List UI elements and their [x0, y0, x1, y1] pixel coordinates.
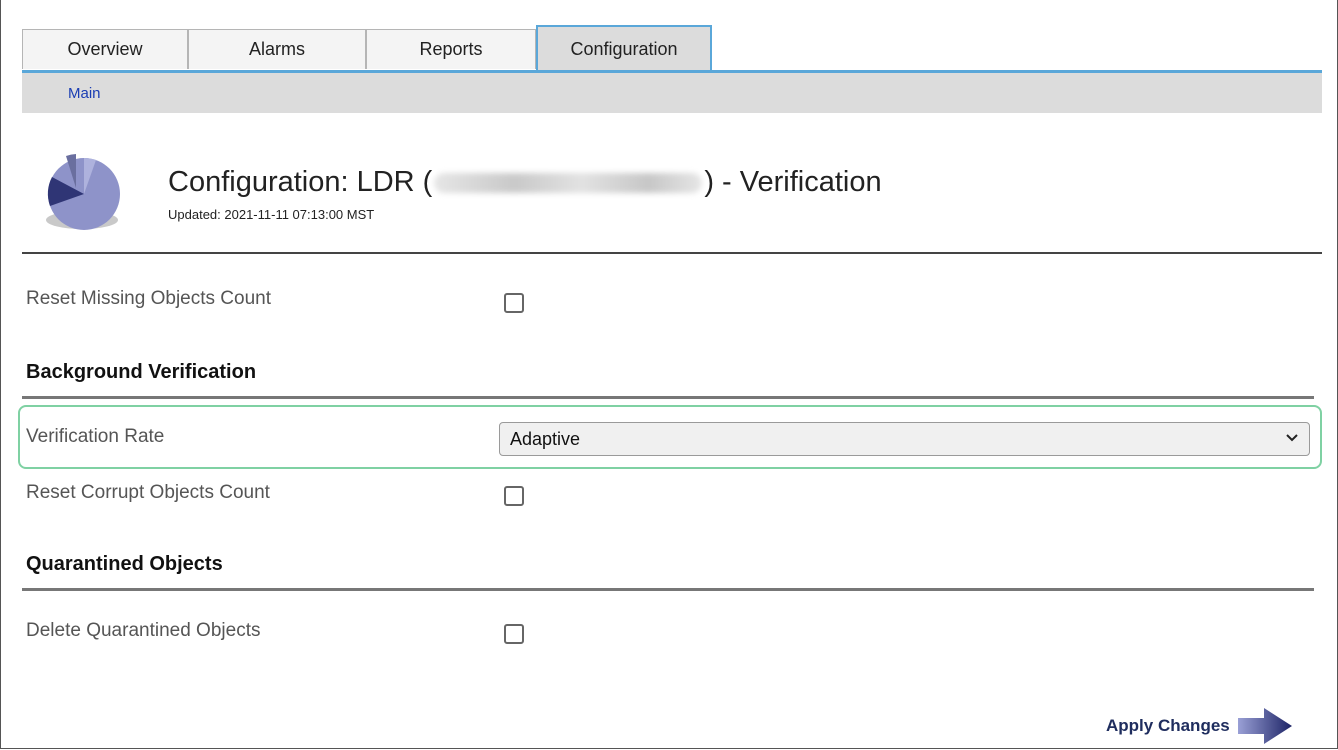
verification-rate-select[interactable]: Adaptive: [499, 422, 1310, 456]
chevron-down-icon: [1286, 434, 1298, 442]
pie-chart-icon: [46, 154, 120, 230]
redacted-hostname: [434, 173, 703, 194]
section-divider: [22, 396, 1314, 399]
verification-rate-value: Adaptive: [510, 428, 581, 449]
reset-missing-label: Reset Missing Objects Count: [26, 288, 271, 309]
reset-corrupt-checkbox[interactable]: [504, 486, 524, 506]
verification-rate-label: Verification Rate: [26, 426, 165, 447]
section-background-verification: Background Verification: [26, 361, 257, 383]
apply-changes-label: Apply Changes: [1106, 716, 1230, 735]
section-quarantined-objects: Quarantined Objects: [26, 553, 223, 575]
reset-missing-checkbox[interactable]: [504, 293, 524, 313]
tab-alarms[interactable]: Alarms: [188, 29, 366, 69]
subnav-bar: Main: [22, 73, 1322, 113]
reset-corrupt-label: Reset Corrupt Objects Count: [26, 482, 270, 503]
delete-quarantined-label: Delete Quarantined Objects: [26, 620, 261, 641]
tab-overview[interactable]: Overview: [22, 29, 188, 69]
arrow-right-icon: [1237, 708, 1292, 744]
section-divider: [22, 588, 1314, 591]
title-suffix: ) - Verification: [704, 166, 882, 198]
delete-quarantined-checkbox[interactable]: [504, 624, 524, 644]
tab-configuration[interactable]: Configuration: [536, 25, 712, 71]
tab-reports[interactable]: Reports: [366, 29, 536, 69]
subnav-link-main[interactable]: Main: [68, 85, 101, 102]
tab-bar: Overview Alarms Reports Configuration: [22, 25, 1322, 71]
title-prefix: Configuration: LDR (: [168, 166, 433, 198]
updated-timestamp: Updated: 2021-11-11 07:13:00 MST: [168, 207, 375, 222]
apply-changes-button[interactable]: Apply Changes: [1106, 706, 1294, 746]
header-divider: [22, 252, 1322, 254]
page-title: Configuration: LDR ( ) - Verification: [168, 166, 882, 199]
